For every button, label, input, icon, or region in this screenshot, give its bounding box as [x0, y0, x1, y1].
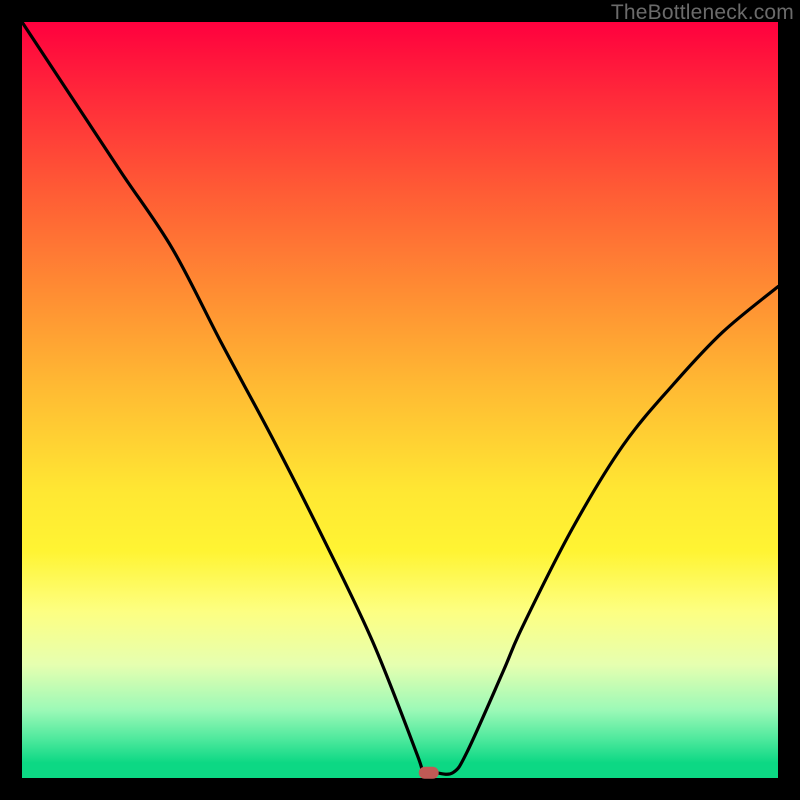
plot-area: [22, 22, 778, 778]
attribution-watermark: TheBottleneck.com: [611, 1, 794, 25]
chart-frame: TheBottleneck.com: [0, 0, 800, 800]
bottleneck-curve: [22, 22, 778, 774]
curve-layer: [22, 22, 778, 778]
optimal-point-marker: [419, 767, 439, 779]
